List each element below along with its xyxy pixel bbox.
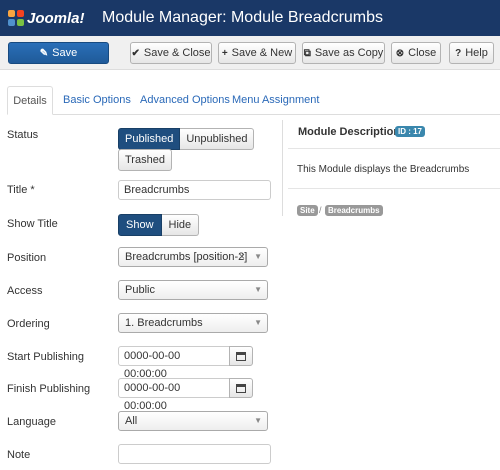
check-icon: ✔ bbox=[131, 47, 140, 59]
breadcrumbs-tag: Breadcrumbs bbox=[325, 205, 383, 216]
access-label: Access bbox=[7, 285, 43, 297]
close-button[interactable]: ⊗ Close bbox=[391, 42, 441, 64]
help-button[interactable]: ? Help bbox=[449, 42, 494, 64]
module-description-title: Module Description bbox=[298, 126, 401, 138]
tab-details[interactable]: Details bbox=[7, 86, 53, 115]
status-unpublished-option[interactable]: Unpublished bbox=[180, 128, 255, 150]
save-close-button[interactable]: ✔ Save & Close bbox=[130, 42, 212, 64]
tab-menu-assignment[interactable]: Menu Assignment bbox=[232, 86, 319, 115]
position-select-value: Breadcrumbs [position-2] bbox=[125, 251, 248, 263]
start-publishing-label: Start Publishing bbox=[7, 351, 85, 363]
ordering-select[interactable]: 1. Breadcrumbs ▼ bbox=[118, 313, 268, 333]
save-copy-label: Save as Copy bbox=[314, 47, 384, 59]
start-publishing-input[interactable]: 0000-00-00 00:00:00 bbox=[118, 346, 230, 380]
status-published-option[interactable]: Published bbox=[118, 128, 181, 150]
chevron-down-icon: ▼ bbox=[254, 285, 262, 294]
module-description-text: This Module displays the Breadcrumbs bbox=[297, 164, 470, 175]
note-label: Note bbox=[7, 449, 31, 461]
help-icon: ? bbox=[455, 47, 462, 59]
save-new-button[interactable]: + Save & New bbox=[218, 42, 296, 64]
finish-publishing-calendar-button[interactable] bbox=[229, 378, 253, 398]
page-title: Module Manager: Module Breadcrumbs bbox=[102, 9, 384, 26]
edit-icon: ✎ bbox=[39, 47, 49, 59]
close-icon: ⊗ bbox=[395, 47, 405, 59]
header-bar: Joomla! Module Manager: Module Breadcrum… bbox=[0, 0, 500, 36]
copy-icon: ⧉ bbox=[303, 47, 311, 59]
calendar-icon bbox=[236, 351, 246, 361]
status-toggle-group-row2: Trashed bbox=[118, 149, 172, 171]
access-select[interactable]: Public ▼ bbox=[118, 280, 268, 300]
language-label: Language bbox=[7, 416, 56, 428]
position-label: Position bbox=[7, 252, 47, 264]
save-copy-button[interactable]: ⧉ Save as Copy bbox=[302, 42, 385, 64]
show-title-label: Show Title bbox=[7, 218, 58, 230]
save-button-label: Save bbox=[52, 47, 78, 59]
save-close-label: Save & Close bbox=[143, 47, 211, 59]
logo-text: Joomla! bbox=[27, 9, 85, 27]
show-title-toggle-group: Show Hide bbox=[118, 214, 200, 236]
ordering-label: Ordering bbox=[7, 318, 50, 330]
chevron-down-icon: ▼ bbox=[254, 416, 262, 425]
chevron-down-icon: ▼ bbox=[254, 252, 262, 261]
tab-basic-options[interactable]: Basic Options bbox=[63, 86, 131, 115]
language-select[interactable]: All ▼ bbox=[118, 411, 268, 431]
calendar-icon bbox=[236, 383, 246, 393]
ordering-select-value: 1. Breadcrumbs bbox=[125, 317, 203, 329]
note-input[interactable] bbox=[118, 444, 271, 464]
title-input[interactable]: Breadcrumbs bbox=[118, 180, 271, 200]
title-label: Title * bbox=[7, 184, 35, 196]
start-publishing-calendar-button[interactable] bbox=[229, 346, 253, 366]
panel-divider bbox=[282, 120, 283, 216]
tab-advanced-options[interactable]: Advanced Options bbox=[140, 86, 230, 115]
help-label: Help bbox=[465, 47, 488, 59]
show-title-hide-option[interactable]: Hide bbox=[161, 214, 200, 236]
finish-publishing-label: Finish Publishing bbox=[7, 383, 91, 395]
tab-bar: Details Basic Options Advanced Options M… bbox=[7, 86, 500, 115]
language-select-value: All bbox=[125, 415, 138, 427]
close-label: Close bbox=[408, 47, 437, 59]
site-tag: Site bbox=[297, 205, 318, 216]
clear-icon[interactable]: × bbox=[239, 248, 245, 266]
finish-publishing-input[interactable]: 0000-00-00 00:00:00 bbox=[118, 378, 230, 412]
divider bbox=[288, 188, 500, 189]
tag-separator: / bbox=[319, 205, 322, 215]
plus-icon: + bbox=[221, 47, 228, 59]
joomla-logo-icon bbox=[8, 10, 24, 26]
module-id-badge: ID : 17 bbox=[395, 126, 426, 137]
chevron-down-icon: ▼ bbox=[254, 318, 262, 327]
status-label: Status bbox=[7, 129, 39, 141]
divider bbox=[288, 148, 500, 149]
show-title-show-option[interactable]: Show bbox=[118, 214, 162, 236]
save-new-label: Save & New bbox=[231, 47, 293, 59]
access-select-value: Public bbox=[125, 284, 155, 296]
position-select[interactable]: Breadcrumbs [position-2] × ▼ bbox=[118, 247, 268, 267]
joomla-logo[interactable]: Joomla! bbox=[8, 10, 90, 27]
status-trashed-option[interactable]: Trashed bbox=[118, 149, 172, 171]
save-button[interactable]: ✎ Save bbox=[8, 42, 109, 64]
toolbar: ✎ Save ✔ Save & Close + Save & New ⧉ Sav… bbox=[0, 36, 500, 70]
status-toggle-group: Published Unpublished bbox=[118, 128, 255, 150]
